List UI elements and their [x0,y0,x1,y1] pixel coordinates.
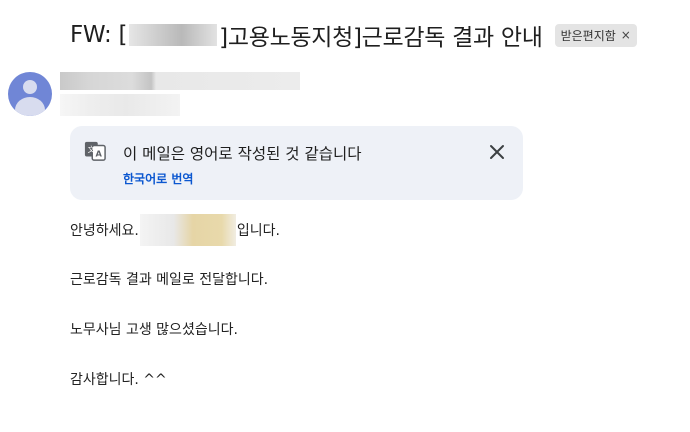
greeting-suffix: 입니다. [236,223,280,239]
body-line-3: 노무사님 고생 많으셨습니다. [70,322,238,338]
translate-icon: 文 A [84,141,106,161]
redacted-subject-part [129,24,218,46]
email-subject-row: FW: [ ]고용노동지청]근로감독 결과 안내 받은편지함 × [70,18,637,52]
redacted-sender-detail [60,94,180,116]
redacted-sender-in-body [139,214,236,246]
body-line-2: 근로감독 결과 메일로 전달합니다. [70,272,269,288]
svg-text:文: 文 [88,145,96,154]
person-icon-head [23,80,37,94]
person-icon-body [15,97,45,116]
body-line-4: 감사합니다. ^^ [70,372,167,388]
inbox-label-chip[interactable]: 받은편지함 × [554,23,637,47]
greeting-prefix: 안녕하세요. [70,223,139,239]
remove-label-icon[interactable]: × [621,28,631,42]
subject-prefix: FW: [ [70,22,128,48]
body-line-greeting: 안녕하세요. 입니다. [70,214,280,246]
email-subject: FW: [ ]고용노동지청]근로감독 결과 안내 [70,18,543,52]
translate-to-korean-link[interactable]: 한국어로 번역 [123,170,193,187]
translate-banner: 文 A 이 메일은 영어로 작성된 것 같습니다 한국어로 번역 [70,126,523,200]
translate-banner-title: 이 메일은 영어로 작성된 것 같습니다 [123,145,362,163]
sender-avatar[interactable] [8,72,52,116]
close-icon[interactable] [487,142,507,162]
redacted-sender-name [60,72,300,90]
inbox-label-text: 받은편지함 [560,28,616,43]
svg-text:A: A [95,149,102,159]
subject-suffix: ]고용노동지청]근로감독 결과 안내 [219,25,543,51]
